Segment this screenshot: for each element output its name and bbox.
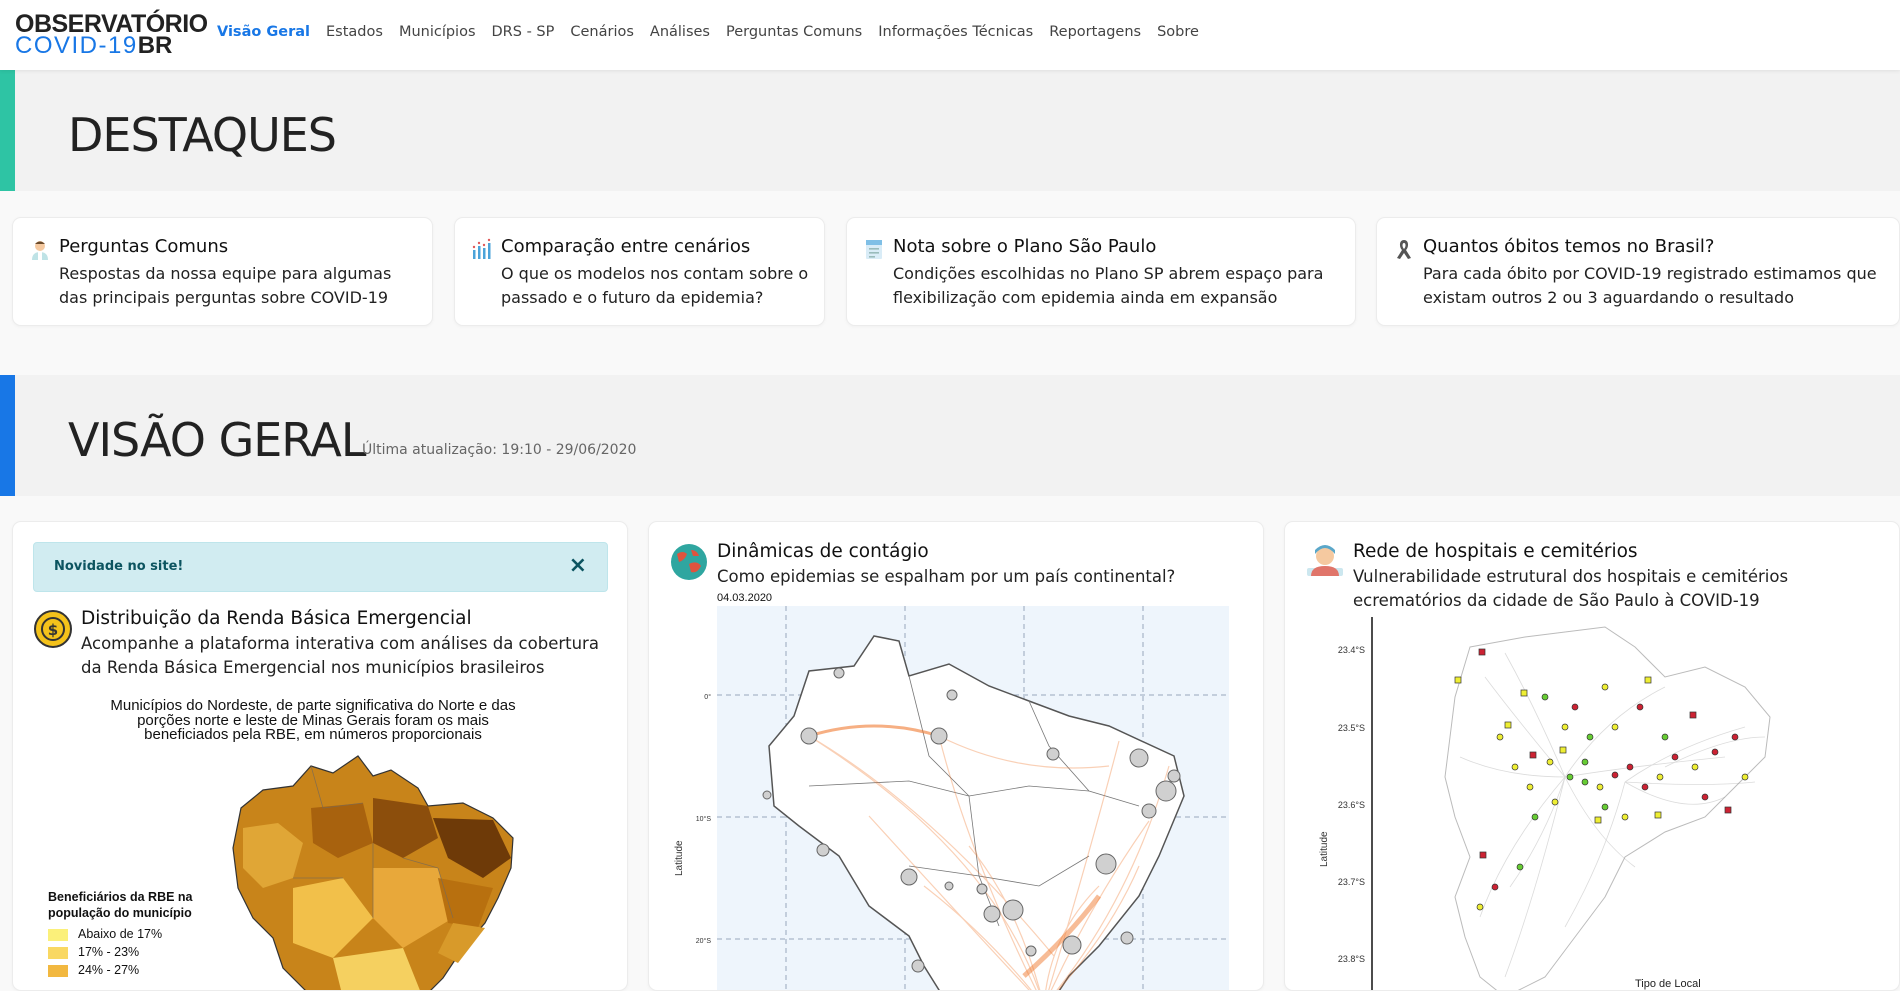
highlight-title: Quantos óbitos temos no Brasil? — [1423, 236, 1715, 257]
legend-label: 17% - 23% — [78, 945, 140, 959]
highlight-title: Perguntas Comuns — [59, 236, 229, 257]
axis-tick: 23.6°S — [1338, 800, 1365, 810]
nav-item-analises[interactable]: Análises — [650, 24, 710, 40]
logo-br: BR — [137, 32, 173, 59]
hospital-network-map: 23.4°S 23.5°S 23.6°S 23.7°S 23.8°S Latit… — [1319, 617, 1771, 990]
visao-geral-title: VISÃO GERAL — [68, 413, 366, 467]
map-date-label: 04.03.2020 — [717, 592, 773, 604]
map-legend-title: Beneficiários da RBE na população do mun… — [48, 890, 193, 920]
logo-line2: COVID-19BR — [15, 32, 208, 59]
nav-item-municipios[interactable]: Municípios — [399, 24, 476, 40]
axis-label: Latitude — [1319, 831, 1330, 867]
map-caption: Municípios do Nordeste, de parte signifi… — [110, 697, 516, 743]
news-alert-text: Novidade no site! — [54, 559, 184, 574]
map-legend-title: Tipo de Local — [1635, 978, 1701, 990]
coin-icon: $ — [34, 610, 72, 648]
contagion-map: 0° 10°S 20°S Latitude — [674, 606, 1229, 990]
legend-label: Abaixo de 17% — [78, 927, 163, 941]
panel-hospitais: Rede de hospitais e cemitérios Vulnerabi… — [1284, 521, 1900, 991]
highlight-text: Respostas da nossa equipe para algumas d… — [59, 264, 392, 307]
panel-subtitle: Acompanhe a plataforma interativa com an… — [81, 634, 599, 677]
close-icon[interactable]: × — [569, 553, 587, 578]
svg-text:$: $ — [48, 621, 58, 639]
nav-item-sobre[interactable]: Sobre — [1157, 24, 1199, 40]
highlight-card-plano-sp[interactable]: Nota sobre o Plano São Paulo Condições e… — [846, 217, 1356, 326]
highlight-title: Comparação entre cenários — [501, 236, 751, 257]
panel-title: Rede de hospitais e cemitérios — [1353, 541, 1638, 562]
destaques-section-header: DESTAQUES — [0, 70, 1900, 191]
axis-tick: 0° — [704, 693, 711, 701]
visao-geral-section-header: VISÃO GERAL Última atualização: 19:10 - … — [0, 375, 1900, 496]
highlight-card-perguntas[interactable]: Perguntas Comuns Respostas da nossa equi… — [12, 217, 433, 326]
highlight-card-obitos[interactable]: Quantos óbitos temos no Brasil? Para cad… — [1376, 217, 1900, 326]
highlight-text: Condições escolhidas no Plano SP abrem e… — [893, 264, 1324, 307]
axis-tick: 10°S — [696, 815, 712, 823]
nav-item-perguntas-comuns[interactable]: Perguntas Comuns — [726, 24, 862, 40]
map-legend: Abaixo de 17% 17% - 23% 24% - 27% — [48, 925, 162, 979]
legend-item: 17% - 23% — [48, 943, 162, 961]
highlight-text: O que os modelos nos contam sobre o pass… — [501, 264, 809, 307]
axis-tick: 23.5°S — [1338, 723, 1365, 733]
panel-title: Distribuição da Renda Básica Emergencial — [81, 608, 472, 629]
axis-label: Latitude — [674, 840, 685, 876]
axis-tick: 20°S — [696, 937, 712, 945]
axis-tick: 23.8°S — [1338, 954, 1365, 964]
site-logo[interactable]: OBSERVATÓRIO COVID-19BR — [15, 12, 208, 59]
legend-item: Abaixo de 17% — [48, 925, 162, 943]
nav-item-reportagens[interactable]: Reportagens — [1049, 24, 1141, 40]
visao-geral-accent-bar — [0, 375, 15, 496]
ribbon-icon — [1397, 240, 1411, 259]
news-alert: Novidade no site! × — [33, 542, 608, 592]
document-icon — [866, 240, 882, 259]
patient-icon — [1307, 545, 1343, 576]
nav-item-visao-geral[interactable]: Visão Geral — [217, 24, 310, 40]
legend-swatch — [48, 928, 68, 941]
panel-rbe: Novidade no site! × $ Distribuição da Re… — [12, 521, 628, 991]
destaques-accent-bar — [0, 70, 15, 191]
legend-item: 24% - 27% — [48, 961, 162, 979]
axis-tick: 23.4°S — [1338, 645, 1365, 655]
rbe-map — [232, 755, 514, 990]
nav-item-estados[interactable]: Estados — [326, 24, 383, 40]
logo-covid: COVID-19 — [15, 32, 138, 59]
panel-subtitle: Como epidemias se espalham por um país c… — [717, 567, 1176, 586]
last-update-text: Última atualização: 19:10 - 29/06/2020 — [362, 442, 637, 458]
nav-item-cenarios[interactable]: Cenários — [570, 24, 634, 40]
nav-item-informacoes-tecnicas[interactable]: Informações Técnicas — [878, 24, 1033, 40]
top-navbar: OBSERVATÓRIO COVID-19BR Visão Geral Esta… — [0, 0, 1900, 70]
axis-tick: 23.7°S — [1338, 877, 1365, 887]
doctor-icon — [32, 241, 48, 260]
legend-swatch — [48, 946, 68, 959]
nav-item-drs-sp[interactable]: DRS - SP — [492, 24, 555, 40]
panel-contagio: Dinâmicas de contágio Como epidemias se … — [648, 521, 1264, 991]
panel-subtitle: Vulnerabilidade estrutural dos hospitais… — [1353, 567, 1789, 610]
highlight-card-cenarios[interactable]: Comparação entre cenários O que os model… — [454, 217, 825, 326]
highlight-title: Nota sobre o Plano São Paulo — [893, 236, 1157, 257]
highlight-text: Para cada óbito por COVID-19 registrado … — [1423, 264, 1877, 307]
main-menu: Visão Geral Estados Municípios DRS - SP … — [217, 24, 1199, 40]
destaques-title: DESTAQUES — [68, 108, 337, 162]
panel-title: Dinâmicas de contágio — [717, 541, 929, 562]
chart-bars-icon — [472, 238, 491, 259]
globe-icon — [671, 544, 707, 580]
